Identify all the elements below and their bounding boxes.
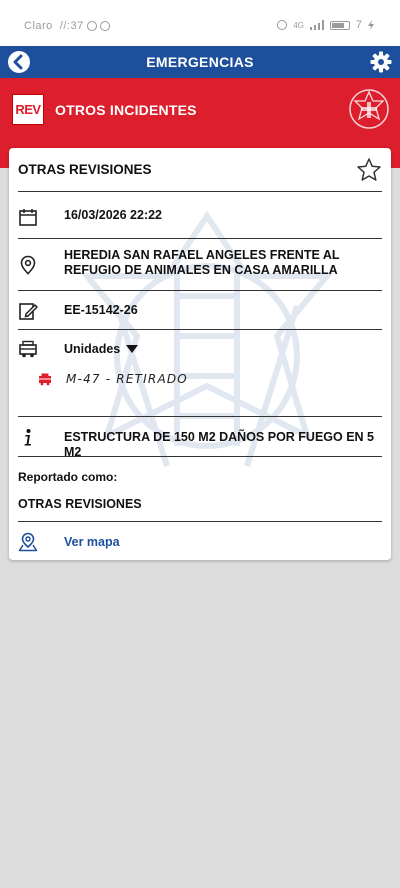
address-row: HEREDIA SAN RAFAEL ANGELES FRENTE AL REF… xyxy=(18,239,382,291)
info-icon xyxy=(24,429,31,446)
incident-badge: REV xyxy=(12,94,44,125)
incident-code: EE-15142-26 xyxy=(64,303,138,317)
units-label: Unidades xyxy=(64,342,121,356)
gear-icon xyxy=(370,51,392,73)
date-row: 16/03/2026 22:22 xyxy=(18,192,382,239)
unit-status-text: M-47 - RETIRADO xyxy=(66,372,188,386)
charging-icon xyxy=(368,20,374,30)
units-toggle[interactable]: Unidades xyxy=(64,342,139,356)
view-map-link[interactable]: Ver mapa xyxy=(18,532,120,552)
star-icon xyxy=(357,158,381,181)
units-row: Unidades M-47 - RETIRADO xyxy=(18,330,382,417)
app-bar: EMERGENCIAS xyxy=(0,46,400,78)
alarm-icon xyxy=(277,20,288,30)
notification-icon xyxy=(99,21,110,31)
card-title: OTRAS REVISIONES xyxy=(18,162,152,177)
network-text: 4G xyxy=(293,20,304,30)
reported-value: OTRAS REVISIONES xyxy=(18,497,142,511)
fire-truck-icon xyxy=(19,340,37,358)
battery-icon xyxy=(329,20,350,30)
caret-down-icon xyxy=(126,345,139,353)
carrier-text: Claro xyxy=(24,20,53,32)
incident-description: ESTRUCTURA DE 150 M2 DAÑOS POR FUEGO EN … xyxy=(64,430,375,459)
whatsapp-icon xyxy=(86,21,97,31)
view-map-label: Ver mapa xyxy=(64,535,120,549)
clock-text: //:37 xyxy=(59,20,84,32)
incident-address: HEREDIA SAN RAFAEL ANGELES FRENTE AL REF… xyxy=(64,248,340,277)
calendar-icon xyxy=(19,209,37,226)
status-left: Claro //:37 xyxy=(24,20,110,32)
favorite-button[interactable] xyxy=(356,157,382,183)
battery-level-text: 7 xyxy=(355,19,362,31)
settings-button[interactable] xyxy=(370,51,392,73)
map-pin-icon xyxy=(18,532,38,552)
code-row: EE-15142-26 xyxy=(18,291,382,330)
unit-list-item: M-47 - RETIRADO xyxy=(38,372,188,386)
card-header: OTRAS REVISIONES xyxy=(18,148,382,192)
fire-truck-icon xyxy=(39,373,51,386)
reported-row: OTRAS REVISIONES xyxy=(18,484,382,522)
incident-type: OTROS INCIDENTES xyxy=(55,102,197,118)
status-bar: Claro //:37 4G 7 xyxy=(0,0,400,46)
incident-card: OTRAS REVISIONES 16/03/2026 22:22 HEREDI… xyxy=(9,148,391,560)
location-pin-icon xyxy=(20,255,36,275)
firefighter-emblem-icon xyxy=(349,89,389,129)
status-right: 4G 7 xyxy=(277,19,374,31)
signal-icon xyxy=(309,20,324,30)
reported-label: Reportado como: xyxy=(18,470,118,484)
description-row: ESTRUCTURA DE 150 M2 DAÑOS POR FUEGO EN … xyxy=(18,417,382,459)
incident-datetime: 16/03/2026 22:22 xyxy=(64,208,163,222)
edit-note-icon xyxy=(19,303,38,320)
app-title: EMERGENCIAS xyxy=(146,54,254,70)
